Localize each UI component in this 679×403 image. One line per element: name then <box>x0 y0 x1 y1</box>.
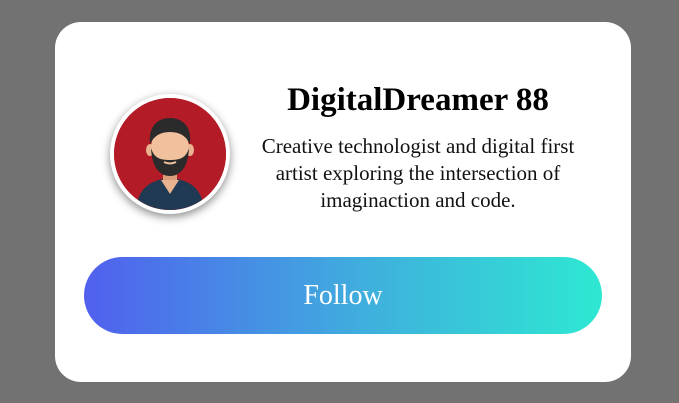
profile-bio: Creative technologist and digital first … <box>261 134 575 212</box>
profile-card: DigitalDreamer 88 Creative technologist … <box>55 22 631 382</box>
profile-name: DigitalDreamer 88 <box>287 82 549 118</box>
avatar <box>110 94 230 214</box>
follow-button[interactable]: Follow <box>84 257 602 334</box>
person-avatar-icon <box>114 98 226 210</box>
